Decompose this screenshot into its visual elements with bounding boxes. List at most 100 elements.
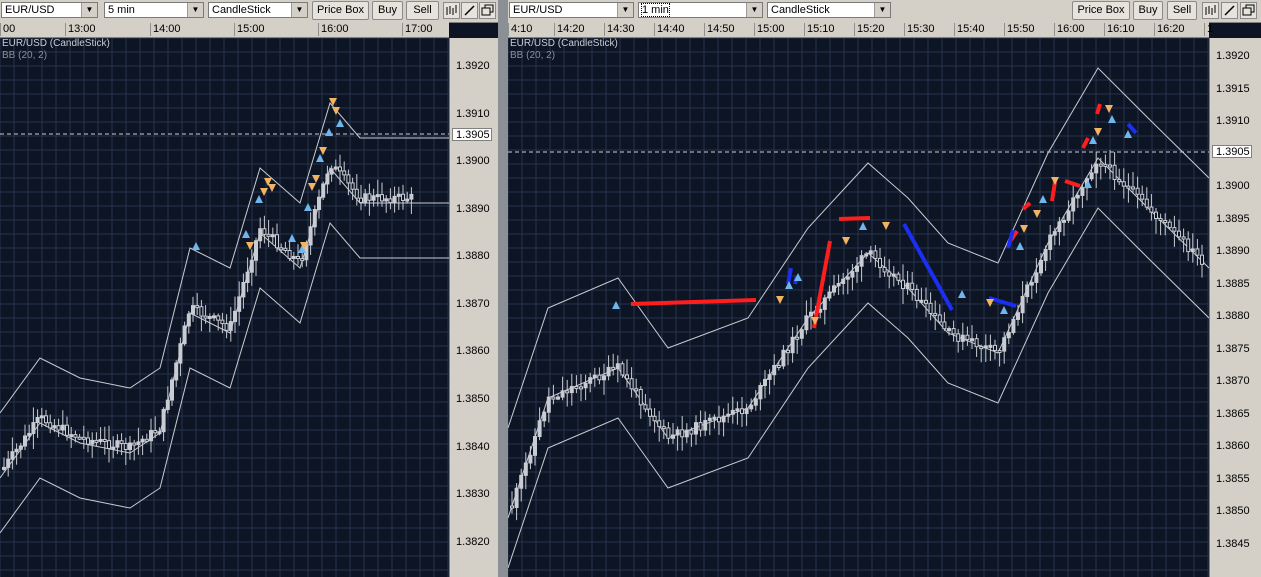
price-box-button[interactable]: Price Box bbox=[1072, 1, 1130, 20]
candle bbox=[1094, 163, 1099, 174]
candle bbox=[924, 299, 928, 304]
panel-splitter[interactable] bbox=[498, 0, 508, 577]
candle bbox=[69, 434, 74, 438]
candle bbox=[680, 429, 685, 438]
candle bbox=[1029, 281, 1034, 286]
candle bbox=[1043, 248, 1048, 261]
candle bbox=[35, 417, 40, 424]
trend-line-blue bbox=[1126, 122, 1138, 135]
candle bbox=[565, 390, 570, 394]
candle bbox=[396, 193, 401, 197]
candle bbox=[1167, 221, 1172, 229]
price-label: 1.3920 bbox=[1216, 50, 1250, 62]
sell-signal-arrow bbox=[882, 222, 890, 230]
candle bbox=[556, 396, 560, 400]
candle bbox=[321, 183, 326, 198]
trend-line-red bbox=[838, 216, 871, 221]
candle bbox=[186, 313, 191, 327]
candle bbox=[270, 234, 275, 238]
price-label: 1.3850 bbox=[1216, 505, 1250, 517]
price-label: 1.3880 bbox=[1216, 310, 1250, 322]
candle bbox=[836, 283, 841, 287]
candle bbox=[960, 334, 965, 342]
symbol-value: EUR/USD bbox=[513, 4, 563, 16]
candle bbox=[409, 193, 414, 200]
candle bbox=[312, 209, 317, 228]
indicator-label: BB (20, 2) bbox=[510, 50, 556, 61]
price-axis-left: 1.3920 1.3910 1.3900 1.3890 1.3880 1.387… bbox=[449, 38, 498, 577]
chevron-down-icon[interactable]: ▼ bbox=[874, 3, 890, 17]
chart-canvas-left[interactable] bbox=[0, 38, 449, 577]
candle bbox=[128, 442, 132, 451]
chevron-down-icon[interactable]: ▼ bbox=[81, 3, 97, 17]
candle bbox=[1025, 284, 1030, 298]
chevron-down-icon[interactable]: ▼ bbox=[291, 3, 307, 17]
sell-button[interactable]: Sell bbox=[1167, 1, 1197, 20]
chart-type-select[interactable]: CandleStick ▼ bbox=[767, 2, 891, 18]
bar-chart-icon[interactable] bbox=[1202, 2, 1219, 19]
candle bbox=[855, 265, 859, 272]
candle bbox=[1052, 231, 1057, 236]
candle bbox=[592, 374, 597, 379]
candle bbox=[1190, 248, 1195, 253]
candle bbox=[643, 404, 648, 410]
candle bbox=[1048, 234, 1053, 250]
candle bbox=[832, 285, 836, 293]
window-restore-icon[interactable] bbox=[1240, 2, 1257, 19]
candle bbox=[39, 415, 44, 419]
candle bbox=[220, 319, 225, 325]
candle bbox=[132, 442, 137, 446]
interval-select[interactable]: 1 min ▼ bbox=[638, 2, 763, 18]
candle bbox=[997, 349, 1002, 353]
candle bbox=[537, 420, 542, 438]
candlestick-chart-right[interactable] bbox=[508, 38, 1209, 577]
candlestick-chart-left[interactable] bbox=[0, 38, 449, 577]
candle bbox=[73, 434, 78, 438]
candle bbox=[48, 422, 53, 429]
time-label: 14:30 bbox=[604, 23, 635, 36]
candle bbox=[827, 291, 832, 299]
candle bbox=[583, 382, 588, 389]
candle bbox=[90, 439, 95, 445]
candle bbox=[790, 336, 795, 354]
candle bbox=[161, 408, 166, 433]
bar-chart-icon[interactable] bbox=[443, 2, 460, 19]
candle bbox=[174, 362, 179, 381]
chevron-down-icon[interactable]: ▼ bbox=[746, 3, 762, 17]
draw-line-icon[interactable] bbox=[1221, 2, 1238, 19]
interval-value: 5 min bbox=[108, 4, 135, 16]
price-label: 1.3830 bbox=[456, 488, 490, 500]
draw-line-icon[interactable] bbox=[461, 2, 478, 19]
interval-value: 1 min bbox=[641, 3, 670, 17]
chevron-down-icon[interactable]: ▼ bbox=[187, 3, 203, 17]
symbol-select[interactable]: EUR/USD ▼ bbox=[509, 2, 634, 18]
candle bbox=[241, 281, 246, 298]
candle bbox=[795, 336, 800, 340]
candle bbox=[329, 168, 334, 175]
chart-type-value: CandleStick bbox=[771, 4, 830, 16]
interval-select[interactable]: 5 min ▼ bbox=[104, 2, 204, 18]
price-box-button[interactable]: Price Box bbox=[312, 1, 369, 20]
candle bbox=[182, 325, 187, 345]
candle bbox=[367, 193, 372, 201]
candle bbox=[144, 438, 149, 442]
candle bbox=[928, 302, 933, 314]
buy-button[interactable]: Buy bbox=[372, 1, 403, 20]
symbol-select[interactable]: EUR/USD ▼ bbox=[1, 2, 98, 18]
candle bbox=[308, 226, 313, 246]
sell-button[interactable]: Sell bbox=[406, 1, 439, 20]
buy-button[interactable]: Buy bbox=[1133, 1, 1163, 20]
chart-canvas-right[interactable] bbox=[508, 38, 1209, 577]
candle bbox=[107, 440, 111, 449]
sell-signal-arrow bbox=[842, 237, 850, 245]
chart-type-select[interactable]: CandleStick ▼ bbox=[208, 2, 308, 18]
candle bbox=[882, 266, 887, 273]
window-restore-icon[interactable] bbox=[479, 2, 496, 19]
candle bbox=[1062, 219, 1066, 223]
chevron-down-icon[interactable]: ▼ bbox=[617, 3, 633, 17]
sell-signal-arrow bbox=[1105, 105, 1113, 113]
candle bbox=[740, 408, 744, 415]
price-label: 1.3895 bbox=[1216, 213, 1250, 225]
candle bbox=[23, 435, 27, 447]
candle bbox=[123, 442, 128, 451]
